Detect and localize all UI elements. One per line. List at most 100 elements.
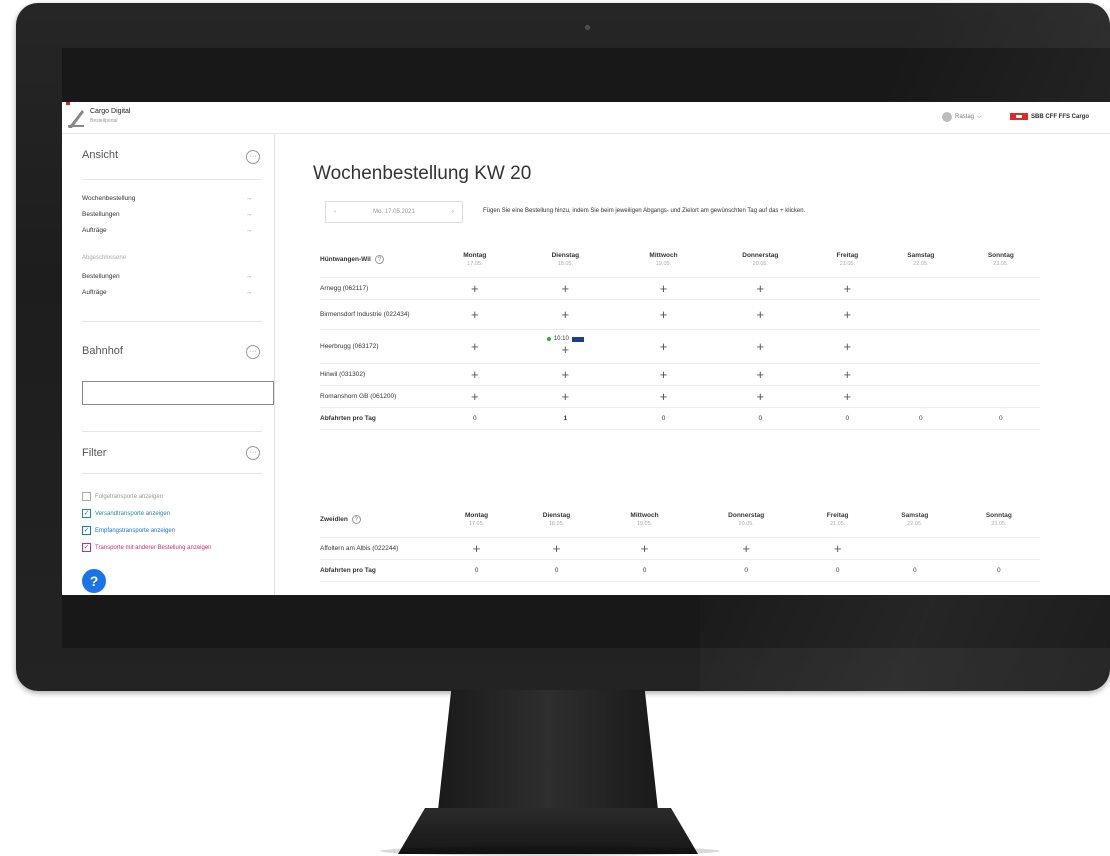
divider	[82, 473, 262, 474]
sum-value: 0	[957, 559, 1040, 582]
arrow-right-icon: →	[245, 273, 253, 280]
add-order-button[interactable]: +	[660, 367, 668, 382]
add-order-button[interactable]: +	[660, 281, 668, 296]
add-order-button[interactable]: +	[471, 307, 479, 322]
table-header-row: Zweidlen? Montag 17.05. Dienstag 18.05. Mi…	[320, 503, 1040, 538]
sidebar-ansicht-title: Ansicht	[82, 149, 119, 161]
add-order-button[interactable]: +	[471, 281, 479, 296]
add-order-button[interactable]: +	[660, 389, 668, 404]
add-order-button[interactable]: +	[757, 389, 765, 404]
day-header: Montag 17.05.	[440, 243, 510, 278]
sidebar-item-closed-bestellungen[interactable]: Bestellungen →	[82, 273, 252, 280]
station-header: Hüntwangen-Wil?	[320, 243, 440, 278]
day-header: Dienstag 18.05.	[513, 503, 600, 538]
monitor-stand-neck	[438, 690, 658, 810]
chevron-down-icon: ⌵	[977, 113, 982, 120]
sidebar-item-bestellungen[interactable]: Bestellungen →	[82, 211, 252, 218]
day-header: Sonntag 23.05.	[957, 503, 1040, 538]
add-order-button[interactable]: +	[562, 307, 570, 322]
add-order-button[interactable]: +	[757, 307, 765, 322]
screen: Cargo Digital Bestellportal Rastag ⌵ SBB…	[62, 48, 1110, 648]
bahnhof-input[interactable]	[82, 381, 274, 405]
table-row: Heerbrugg (063172) + 10:10 + + + +	[320, 329, 1040, 364]
day-header: Samstag 22.05.	[879, 243, 962, 278]
day-header: Mittwoch 19.05.	[621, 243, 706, 278]
instruction-text: Fügen Sie eine Bestellung hinzu, indem S…	[483, 208, 806, 214]
add-order-button[interactable]: +	[660, 339, 668, 354]
checkbox-checked-icon[interactable]: ✓	[82, 509, 91, 518]
user-menu[interactable]: Rastag ⌵	[942, 112, 982, 122]
date-picker[interactable]: ‹ Mo, 17.05.2021 ›	[325, 201, 463, 223]
add-order-button[interactable]: +	[844, 307, 852, 322]
sidebar-item-auftraege[interactable]: Aufträge →	[82, 227, 252, 234]
checkbox-checked-icon[interactable]: ✓	[82, 543, 91, 552]
divider	[82, 431, 262, 432]
sum-value: 0	[440, 407, 510, 430]
add-order-button[interactable]: +	[562, 389, 570, 404]
add-order-button[interactable]: +	[471, 389, 479, 404]
add-order-button[interactable]: +	[471, 367, 479, 382]
page-title: Wochenbestellung KW 20	[313, 163, 532, 184]
sidebar: Ansicht ··· Wochenbestellung → Bestellung…	[62, 135, 275, 595]
destination-label: Arnegg (062117)	[320, 277, 440, 300]
arrow-right-icon: →	[245, 195, 253, 202]
add-order-button[interactable]: +	[562, 281, 570, 296]
more-icon[interactable]: ···	[246, 345, 260, 359]
add-order-button[interactable]: +	[844, 281, 852, 296]
add-order-button[interactable]: +	[834, 541, 842, 556]
sidebar-item-closed-auftraege[interactable]: Aufträge →	[82, 289, 252, 296]
sum-value: 0	[803, 559, 872, 582]
schedule-table-zweidlen: Zweidlen? Montag 17.05. Dienstag 18.05. Mi…	[320, 503, 1040, 582]
sum-value: 0	[689, 559, 804, 582]
add-order-button[interactable]: +	[757, 281, 765, 296]
help-button[interactable]: ?	[82, 569, 106, 593]
filter-andere-bestellung[interactable]: ✓ Transporte mit anderer Bestellung anzei…	[82, 543, 212, 552]
day-header: Montag 17.05.	[440, 503, 514, 538]
add-order-button[interactable]: +	[757, 339, 765, 354]
add-order-button[interactable]: +	[471, 339, 479, 354]
add-order-button[interactable]: +	[844, 389, 852, 404]
sum-value: 0	[440, 559, 514, 582]
main-content: Wochenbestellung KW 20 ‹ Mo, 17.05.2021 …	[275, 135, 1110, 595]
add-order-button[interactable]: +	[553, 541, 561, 556]
brand-name: SBB CFF FFS Cargo	[1031, 113, 1089, 120]
filter-versandtransporte[interactable]: ✓ Versandtransporte anzeigen	[82, 509, 170, 518]
filter-empfangstransporte[interactable]: ✓ Empfangstransporte anzeigen	[82, 526, 175, 535]
checkbox[interactable]	[82, 492, 91, 501]
add-order-button[interactable]: +	[562, 342, 570, 357]
sum-label: Abfahrten pro Tag	[320, 559, 440, 582]
more-icon[interactable]: ···	[246, 150, 260, 164]
chevron-left-icon[interactable]: ‹	[334, 209, 336, 215]
add-order-button[interactable]: +	[660, 307, 668, 322]
table-row: Hinwil (031302) + + + + +	[320, 363, 1040, 386]
app-title: Cargo Digital	[90, 108, 131, 115]
sidebar-item-wochenbestellung[interactable]: Wochenbestellung →	[82, 195, 252, 202]
checkbox-checked-icon[interactable]: ✓	[82, 526, 91, 535]
more-icon[interactable]: ···	[246, 446, 260, 460]
stage: Cargo Digital Bestellportal Rastag ⌵ SBB…	[0, 0, 1110, 856]
sidebar-bahnhof-title: Bahnhof	[82, 345, 123, 357]
add-order-button[interactable]: +	[742, 541, 750, 556]
sbb-brand: SBB CFF FFS Cargo	[1010, 113, 1089, 120]
add-order-button[interactable]: +	[562, 367, 570, 382]
help-circle-icon[interactable]: ?	[374, 255, 384, 265]
add-order-button[interactable]: +	[641, 541, 649, 556]
add-order-button[interactable]: +	[844, 339, 852, 354]
app-window: Cargo Digital Bestellportal Rastag ⌵ SBB…	[62, 102, 1110, 595]
day-header: Dienstag 18.05.	[509, 243, 622, 278]
brand-red-mark	[66, 102, 70, 105]
top-bar: Cargo Digital Bestellportal Rastag ⌵ SBB…	[62, 102, 1110, 134]
sum-row: Abfahrten pro Tag 0 1 0 0 0 0 0	[320, 407, 1040, 430]
destination-label: Hinwil (031302)	[320, 363, 440, 386]
add-order-button[interactable]: +	[473, 541, 481, 556]
help-circle-icon[interactable]: ?	[351, 515, 361, 525]
add-order-button[interactable]: +	[757, 367, 765, 382]
sum-label: Abfahrten pro Tag	[320, 407, 440, 430]
add-order-button[interactable]: +	[844, 367, 852, 382]
chevron-right-icon[interactable]: ›	[452, 209, 454, 215]
sum-value: 0	[879, 407, 962, 430]
sum-value: 1	[509, 407, 622, 430]
sum-value: 0	[599, 559, 690, 582]
destination-label: Romanshorn GB (061200)	[320, 385, 440, 408]
filter-folgetransporte[interactable]: Folgetransporte anzeigen	[82, 492, 163, 501]
